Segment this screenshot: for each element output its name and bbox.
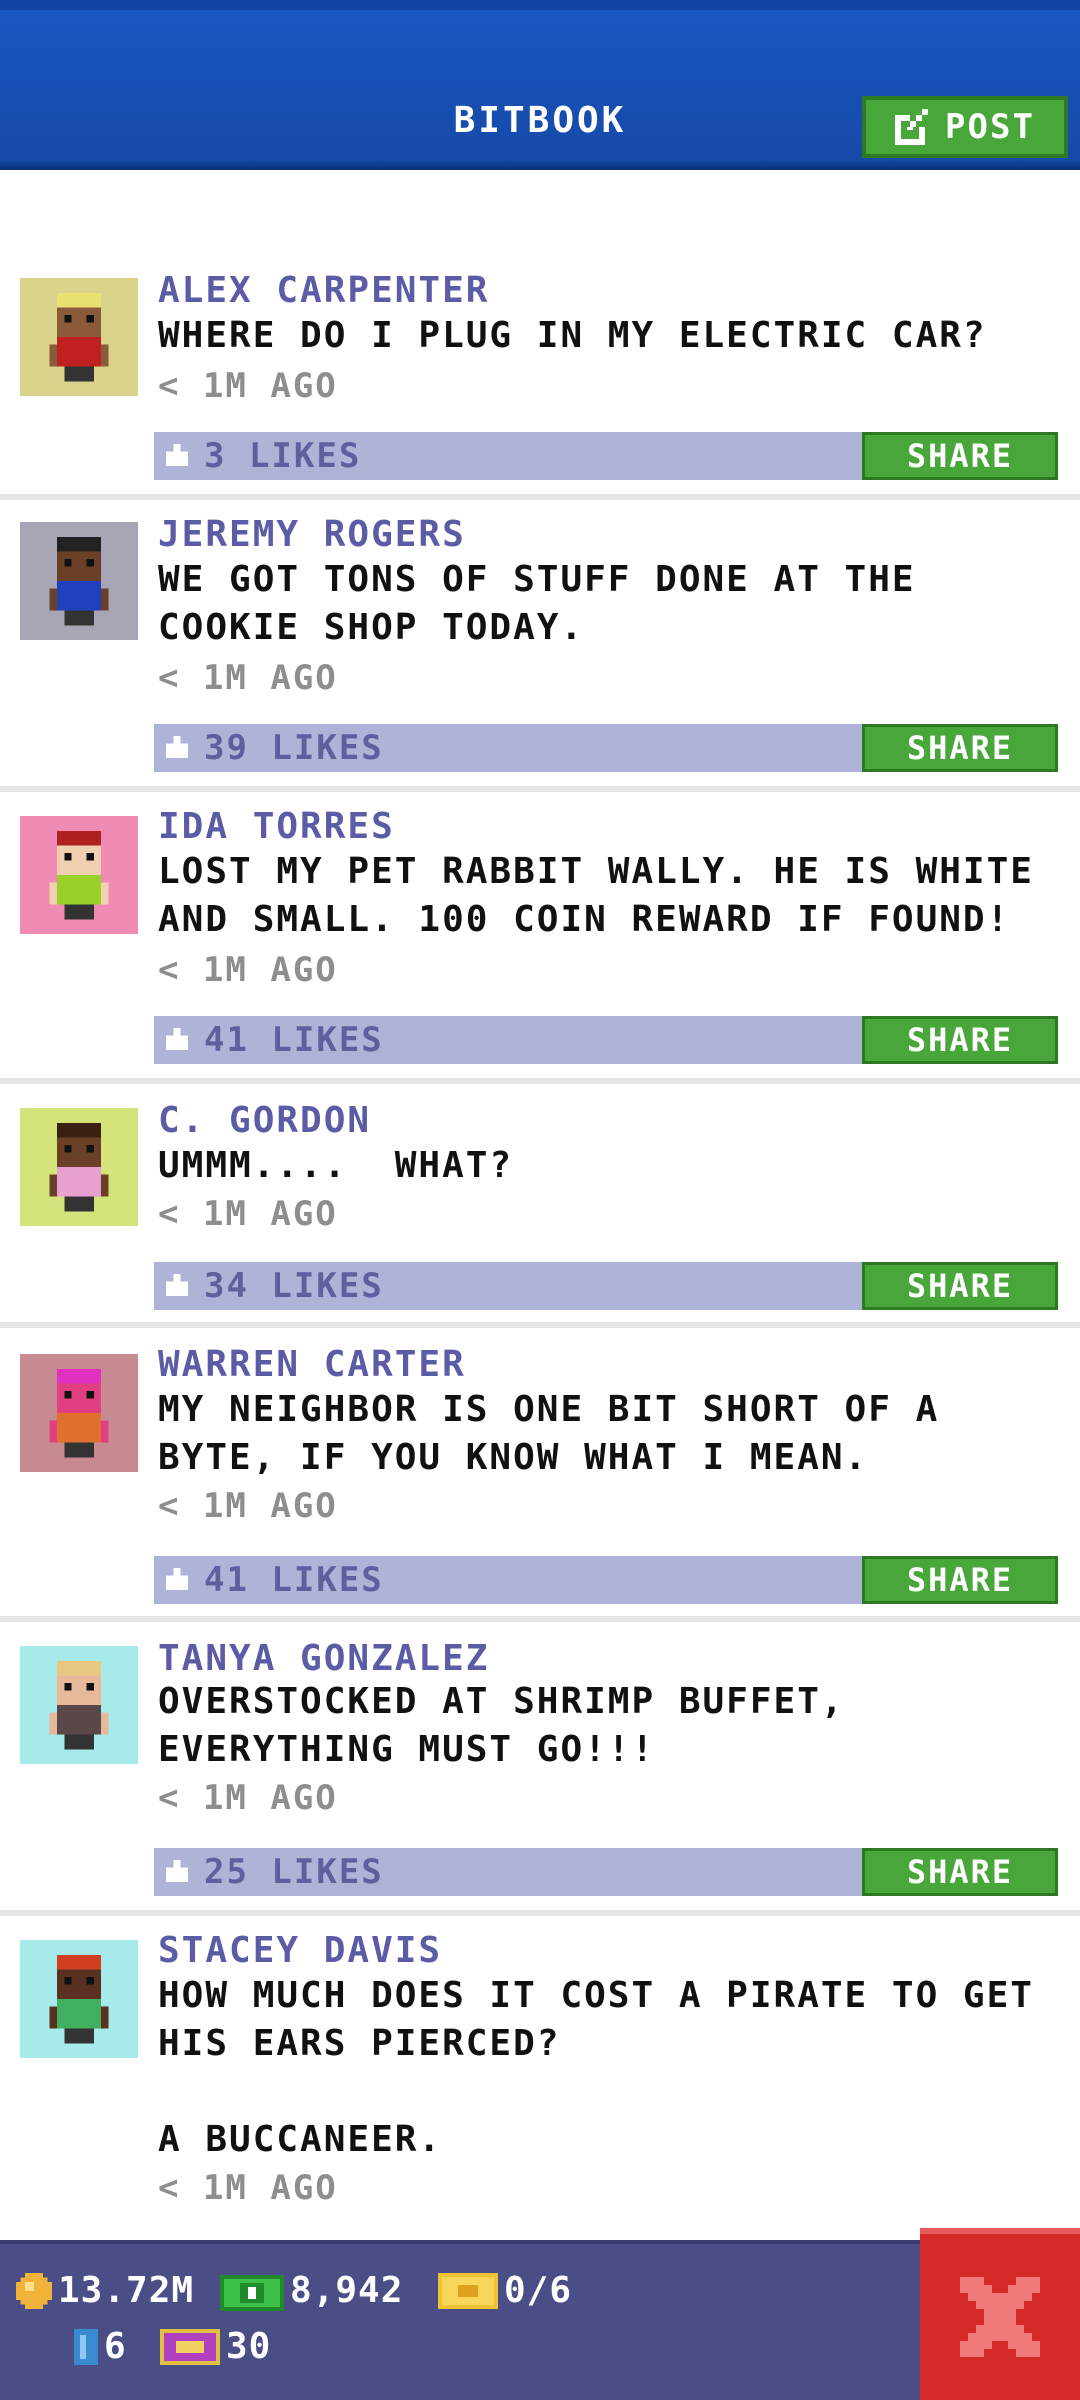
post-time: < 1M AGO [158,1778,338,1818]
post-message: MY NEIGHBOR IS ONE BIT SHORT OF A BYTE, … [158,1389,963,1478]
share-button[interactable]: SHARE [862,1556,1058,1604]
tickets-stat[interactable]: 0/6 [438,2270,572,2311]
divider [0,1322,1080,1328]
bux-icon [220,2274,284,2311]
avatar[interactable] [20,278,138,396]
close-icon [960,2277,1040,2357]
floor-icon [74,2328,98,2365]
post-button[interactable]: POST [862,96,1068,158]
like-count: 25 LIKES [204,1852,384,1892]
vip-stat[interactable]: 30 [160,2326,271,2367]
divider [0,1616,1080,1622]
like-bar: 41 LIKES SHARE [154,1556,1058,1604]
like-bar: 39 LIKES SHARE [154,724,1058,772]
avatar-figure [49,292,109,382]
like-bar: 3 LIKES SHARE [154,432,1058,480]
edit-icon [895,109,929,145]
post-author[interactable]: JEREMY ROGERS [158,514,466,555]
share-button[interactable]: SHARE [862,1016,1058,1064]
tickets-value: 0/6 [504,2270,573,2311]
bux-stat[interactable]: 8,942 [220,2270,403,2311]
like-count: 41 LIKES [204,1020,384,1060]
share-button[interactable]: SHARE [862,1262,1058,1310]
like-count: 41 LIKES [204,1560,384,1600]
post-author[interactable]: ALEX CARPENTER [158,270,489,311]
post-time: < 1M AGO [158,1194,338,1234]
post-message: LOST MY PET RABBIT WALLY. HE IS WHITE AN… [158,851,1058,940]
avatar-figure [49,1368,109,1458]
divider [0,1910,1080,1916]
post-time: < 1M AGO [158,658,338,698]
post-message: OVERSTOCKED AT SHRIMP BUFFET, EVERYTHING… [158,1681,869,1770]
share-button[interactable]: SHARE [862,724,1058,772]
thumb-icon[interactable] [166,1568,188,1590]
like-bar: 34 LIKES SHARE [154,1262,1058,1310]
like-bar: 25 LIKES SHARE [154,1848,1058,1896]
post-label: POST [945,107,1035,147]
like-count: 34 LIKES [204,1266,384,1306]
avatar-figure [49,1954,109,2044]
share-button[interactable]: SHARE [862,1848,1058,1896]
post-author[interactable]: IDA TORRES [158,806,395,847]
post-message: UMMM.... WHAT? [158,1145,514,1186]
close-button[interactable] [920,2228,1080,2400]
vip-value: 30 [226,2326,272,2367]
thumb-icon[interactable] [166,1028,188,1050]
post-time: < 1M AGO [158,2168,338,2208]
thumb-icon[interactable] [166,444,188,466]
avatar[interactable] [20,1354,138,1472]
avatar[interactable] [20,1646,138,1764]
bux-value: 8,942 [290,2270,404,2311]
share-button[interactable]: SHARE [862,432,1058,480]
avatar-figure [49,1660,109,1750]
like-count: 39 LIKES [204,728,384,768]
thumb-icon[interactable] [166,1860,188,1882]
divider [0,494,1080,500]
coin-icon [16,2272,52,2309]
ticket-icon [438,2272,498,2309]
vip-icon [160,2328,220,2365]
divider [0,1078,1080,1084]
post-message: WHERE DO I PLUG IN MY ELECTRIC CAR? [158,315,987,356]
floors-stat[interactable]: 6 [74,2326,127,2367]
post-message: HOW MUCH DOES IT COST A PIRATE TO GET HI… [158,1975,1034,2160]
app-header: BITBOOK POST [0,0,1080,170]
coins-value: 13.72M [58,2270,195,2311]
avatar-figure [49,830,109,920]
bottom-status-bar: 13.72M 8,942 0/6 6 30 [0,2240,1080,2400]
post-author[interactable]: WARREN CARTER [158,1344,466,1385]
divider [0,786,1080,792]
feed-list[interactable]: ALEX CARPENTER WHERE DO I PLUG IN MY ELE… [0,170,1080,2240]
post-time: < 1M AGO [158,1486,338,1526]
post-author[interactable]: STACEY DAVIS [158,1930,442,1971]
post-time: < 1M AGO [158,366,338,406]
like-count: 3 LIKES [204,436,362,476]
avatar[interactable] [20,522,138,640]
avatar-figure [49,1122,109,1212]
coins-stat[interactable]: 13.72M [16,2270,194,2311]
like-bar: 41 LIKES SHARE [154,1016,1058,1064]
avatar[interactable] [20,1940,138,2058]
post-time: < 1M AGO [158,950,338,990]
post-author[interactable]: TANYA GONZALEZ [158,1638,489,1679]
post-author[interactable]: C. GORDON [158,1100,371,1141]
avatar-figure [49,536,109,626]
post-message: WE GOT TONS OF STUFF DONE AT THE COOKIE … [158,559,940,648]
avatar[interactable] [20,816,138,934]
thumb-icon[interactable] [166,736,188,758]
floors-value: 6 [104,2326,127,2367]
avatar[interactable] [20,1108,138,1226]
thumb-icon[interactable] [166,1274,188,1296]
